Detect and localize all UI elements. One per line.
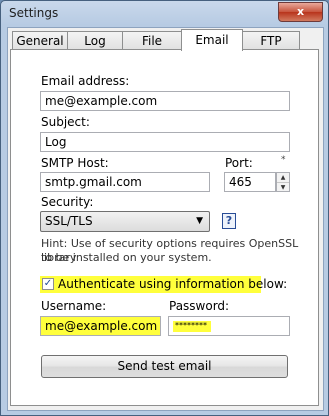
tab-log[interactable]: Log [67, 31, 123, 49]
password-field[interactable]: ******** [168, 316, 290, 336]
subject-field[interactable]: Log [40, 132, 290, 152]
email-tab-panel: Email address: me@example.com Subject: L… [10, 49, 319, 406]
authenticate-label: Authenticate using information below: [58, 277, 288, 291]
window-title: Settings [9, 6, 59, 20]
password-masked-value: ******** [173, 321, 211, 332]
username-field[interactable]: me@example.com [40, 316, 161, 336]
tab-ftp[interactable]: FTP [242, 31, 300, 49]
hint-line-2: to be installed on your system. [41, 251, 212, 264]
tab-file[interactable]: File [122, 31, 182, 49]
title-bar[interactable]: Settings x [1, 1, 328, 27]
authenticate-checkbox[interactable]: ✓ [42, 278, 54, 290]
password-label: Password: [169, 299, 230, 313]
smtp-host-label: SMTP Host: [41, 156, 109, 170]
security-selected-value: SSL/TLS [45, 214, 93, 228]
port-field[interactable]: 465 [224, 172, 276, 192]
tab-strip: General Log File Email FTP [10, 29, 321, 51]
dialog-client-area: General Log File Email FTP Email address… [7, 27, 324, 411]
spin-down-icon[interactable]: ▼ [277, 183, 289, 192]
smtp-host-field[interactable]: smtp.gmail.com [40, 172, 210, 192]
authenticate-checkbox-row[interactable]: ✓ Authenticate using information below: [40, 276, 287, 293]
send-test-email-button[interactable]: Send test email [41, 355, 288, 378]
help-icon[interactable]: ? [222, 213, 236, 229]
email-address-label: Email address: [41, 74, 130, 88]
port-required-marker: * [281, 155, 286, 165]
port-label: Port: [225, 156, 253, 170]
username-label: Username: [41, 299, 107, 313]
port-spinner[interactable]: ▲ ▼ [276, 172, 290, 192]
security-label: Security: [41, 195, 94, 209]
tab-email[interactable]: Email [181, 29, 243, 51]
spin-up-icon[interactable]: ▲ [277, 173, 289, 183]
subject-label: Subject: [41, 115, 90, 129]
email-address-field[interactable]: me@example.com [40, 91, 290, 111]
security-select[interactable]: SSL/TLS ▼ [40, 211, 210, 232]
settings-window: Settings x General Log File Email FTP Em… [0, 0, 329, 416]
tab-general[interactable]: General [12, 31, 68, 49]
chevron-down-icon: ▼ [196, 216, 203, 226]
close-button[interactable]: x [278, 2, 323, 22]
